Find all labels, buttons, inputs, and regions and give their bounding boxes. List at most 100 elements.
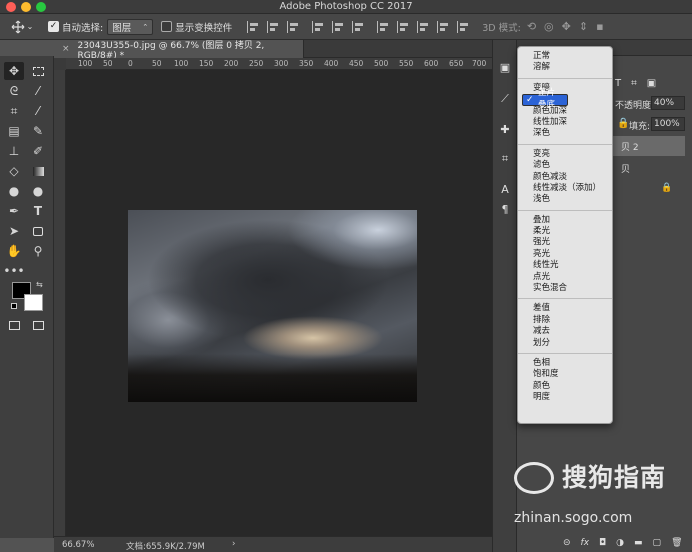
distribute-left-icon[interactable] — [437, 20, 451, 33]
blend-mode-option[interactable]: 叠加 — [518, 215, 612, 226]
magic-wand-tool[interactable]: ⁄ — [28, 82, 48, 100]
dodge-tool[interactable]: ● — [28, 182, 48, 200]
blend-mode-option[interactable]: 亮光 — [518, 249, 612, 260]
rotate-3d-icon[interactable]: ⟲ — [527, 20, 536, 33]
blend-mode-option[interactable]: 色相 — [518, 358, 612, 369]
crop-tool[interactable]: ⌗ — [4, 102, 24, 120]
blend-mode-option[interactable]: 深色 — [518, 128, 612, 139]
healing-brush-tool[interactable]: ▤ — [4, 122, 24, 140]
type-tool[interactable]: T — [28, 202, 48, 220]
lasso-tool[interactable]: ᘓ — [4, 82, 24, 100]
blend-mode-option[interactable]: 减去 — [518, 326, 612, 337]
distribute-top-icon[interactable] — [377, 20, 391, 33]
blend-mode-option[interactable]: 线性减淡（添加） — [518, 183, 612, 194]
path-selection-tool[interactable]: ➤ — [4, 222, 24, 240]
adjustment-layer-icon[interactable]: ◑ — [616, 538, 624, 548]
blend-mode-option[interactable]: 排除 — [518, 315, 612, 326]
canvas-area[interactable] — [66, 70, 492, 536]
auto-select-checkbox[interactable]: ✓ — [48, 21, 59, 32]
align-bottom-icon[interactable] — [287, 20, 301, 33]
vertical-ruler[interactable] — [54, 70, 66, 536]
fill-input[interactable]: 100% — [651, 117, 685, 131]
eraser-tool[interactable]: ◇ — [4, 162, 24, 180]
align-vcenter-icon[interactable] — [267, 20, 281, 33]
align-top-icon[interactable] — [247, 20, 261, 33]
puzzle-panel-icon[interactable]: ✚ — [498, 122, 512, 136]
show-transform-checkbox[interactable] — [161, 21, 173, 32]
zoom-level[interactable]: 66.67% — [62, 540, 94, 550]
brush-tool[interactable]: ✎ — [28, 122, 48, 140]
paragraph-panel-icon[interactable]: ¶ — [498, 202, 512, 216]
blend-mode-option[interactable]: 浅色 — [518, 194, 612, 205]
background-color-swatch[interactable] — [24, 294, 43, 311]
blend-mode-option[interactable]: 溶解 — [518, 62, 612, 73]
trash-icon[interactable]: 🗑 — [671, 538, 682, 548]
blend-mode-option[interactable]: 实色混合 — [518, 283, 612, 294]
blend-mode-option[interactable]: 变亮 — [518, 149, 612, 160]
blend-mode-option[interactable]: 颜色 — [518, 381, 612, 392]
blur-tool[interactable]: ● — [4, 182, 24, 200]
align-left-icon[interactable] — [312, 20, 326, 33]
gradient-tool[interactable] — [28, 162, 48, 180]
blend-mode-option[interactable]: 明度 — [518, 392, 612, 403]
pan-3d-icon[interactable]: ✥ — [562, 20, 571, 33]
status-menu-arrow[interactable]: › — [232, 539, 235, 549]
blend-mode-option[interactable]: 颜色减淡 — [518, 172, 612, 183]
eyedropper-tool[interactable]: ⁄ — [28, 102, 48, 120]
add-mask-icon[interactable]: ◘ — [599, 538, 606, 548]
document-image-cloudy-sky[interactable] — [128, 210, 417, 402]
auto-select-target-select[interactable]: 图层 ⌃ — [107, 18, 154, 35]
hand-tool[interactable]: ✋ — [4, 242, 24, 260]
new-group-icon[interactable]: ▬ — [634, 538, 643, 548]
clone-stamp-tool[interactable]: ⊥ — [4, 142, 24, 160]
type-filter-icon[interactable]: T — [615, 78, 621, 89]
slide-3d-icon[interactable]: ⇕ — [579, 20, 588, 33]
horizontal-ruler[interactable]: 100 50 0 50 100 150 200 250 300 350 400 … — [66, 58, 492, 70]
move-tool-preset-button[interactable]: ⌄ — [4, 18, 40, 36]
blend-mode-option[interactable]: 线性光 — [518, 260, 612, 271]
distribute-vcenter-icon[interactable] — [397, 20, 411, 33]
link-layers-icon[interactable]: ⊝ — [563, 538, 571, 548]
shape-filter-icon[interactable]: ⌗ — [631, 78, 637, 89]
swap-colors-icon[interactable]: ⇆ — [36, 280, 43, 289]
zoom-tool[interactable]: ⚲ — [28, 242, 48, 260]
layers-panel-icon[interactable]: ▣ — [498, 60, 512, 74]
smart-object-filter-icon[interactable]: ▣ — [647, 78, 656, 89]
history-brush-tool[interactable]: ✐ — [28, 142, 48, 160]
blend-mode-option[interactable]: 差值 — [518, 303, 612, 314]
blend-mode-option-selected[interactable]: ✓ 正片叠底 — [522, 88, 568, 110]
close-tab-icon[interactable]: × — [62, 44, 70, 54]
blend-mode-option[interactable]: 正常 — [518, 51, 612, 62]
roll-3d-icon[interactable]: ◎ — [544, 20, 554, 33]
fx-icon[interactable]: fx — [581, 538, 590, 548]
edit-toolbar-button[interactable]: ••• — [3, 262, 24, 280]
pen-tool[interactable]: ✒ — [4, 202, 24, 220]
align-right-icon[interactable] — [352, 20, 366, 33]
distribute-hcenter-icon[interactable] — [457, 20, 471, 33]
blend-mode-option[interactable]: 变暗 — [518, 83, 612, 94]
blend-mode-option[interactable]: 划分 — [518, 338, 612, 349]
new-layer-icon[interactable]: ▢ — [653, 538, 662, 548]
document-tab[interactable]: × 23043U355-0.jpg @ 66.7% (图层 0 拷贝 2, RG… — [54, 40, 304, 61]
crop-panel-icon[interactable]: ⌗ — [498, 152, 512, 166]
lock-icon[interactable]: 🔒 — [617, 118, 629, 129]
opacity-input[interactable]: 40% — [651, 96, 685, 110]
curves-panel-icon[interactable]: ⟋ — [498, 92, 512, 106]
ruler-origin[interactable] — [54, 58, 66, 70]
scale-3d-icon[interactable]: ▪ — [596, 20, 603, 33]
distribute-bottom-icon[interactable] — [417, 20, 431, 33]
blend-mode-option[interactable]: 线性加深 — [518, 117, 612, 128]
screen-mode-button[interactable] — [28, 316, 48, 334]
blend-mode-option[interactable]: 滤色 — [518, 160, 612, 171]
blend-mode-option[interactable]: 点光 — [518, 272, 612, 283]
shape-tool[interactable] — [28, 222, 48, 240]
align-hcenter-icon[interactable] — [332, 20, 346, 33]
default-colors-icon[interactable] — [11, 303, 17, 309]
marquee-tool[interactable] — [28, 62, 48, 80]
blend-mode-option[interactable]: 饱和度 — [518, 369, 612, 380]
blend-mode-option[interactable]: 强光 — [518, 237, 612, 248]
blend-mode-option[interactable]: 柔光 — [518, 226, 612, 237]
character-panel-icon[interactable]: A — [498, 182, 512, 196]
blend-mode-option[interactable]: 颜色加深 — [518, 106, 612, 117]
move-tool[interactable]: ✥ — [4, 62, 24, 80]
